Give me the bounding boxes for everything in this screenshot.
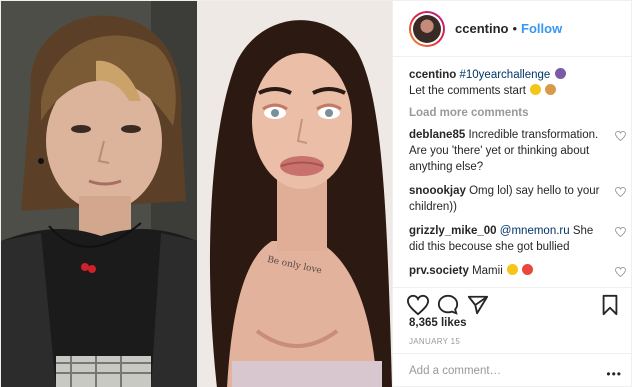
woman-emoji-icon: [554, 68, 566, 79]
comment-like-heart-icon[interactable]: [615, 227, 626, 237]
comment-like-heart-icon[interactable]: [615, 187, 626, 197]
list-item: snoookjay Omg lol) say hello to your chi…: [409, 183, 632, 215]
comment-like-heart-icon[interactable]: [615, 267, 626, 277]
header-separator: •: [512, 21, 518, 36]
load-more-comments[interactable]: Load more comments: [409, 107, 632, 119]
comment-like-heart-icon[interactable]: [615, 131, 626, 141]
photo-before: [1, 1, 197, 387]
comment-username[interactable]: prv.society: [409, 265, 469, 277]
heart-eyes-emoji-icon: [522, 264, 534, 275]
follow-button[interactable]: Follow: [521, 21, 562, 36]
bookmark-icon[interactable]: [599, 294, 621, 316]
comment-text: Mamii: [472, 265, 503, 277]
header-username[interactable]: ccentino: [455, 21, 508, 36]
list-item: prv.society Mamii: [409, 263, 632, 279]
caption-username[interactable]: ccentino: [409, 69, 456, 81]
post-sidebar: ccentino • Follow ccentino #10yearchalle…: [392, 1, 632, 387]
post-header: ccentino • Follow: [393, 1, 632, 57]
add-comment-bar: •••: [393, 353, 632, 387]
more-options-icon[interactable]: •••: [606, 367, 622, 381]
caption-hashtag[interactable]: #10yearchallenge: [460, 69, 551, 81]
instagram-post: Be only love ccentino • Follow ccentino …: [0, 0, 632, 387]
grin-emoji-icon: [530, 84, 542, 95]
smile-emoji-icon: [506, 264, 518, 275]
comments-section: ccentino #10yearchallenge Let the commen…: [393, 57, 632, 287]
comment-username[interactable]: grizzly_mike_00: [409, 225, 497, 237]
caption: ccentino #10yearchallenge Let the commen…: [409, 67, 632, 99]
share-icon[interactable]: [467, 294, 489, 316]
list-item: grizzly_mike_00 @mnemon.ru She did this …: [409, 223, 632, 255]
heart-icon[interactable]: [407, 294, 429, 316]
comment-input[interactable]: [409, 365, 579, 377]
comment-username[interactable]: deblane85: [409, 129, 465, 141]
caption-text: Let the comments start: [409, 85, 526, 97]
avatar[interactable]: [409, 10, 445, 47]
photo-after: Be only love: [197, 1, 392, 387]
comment-username[interactable]: snoookjay: [409, 185, 466, 197]
comment-mention[interactable]: @mnemon.ru: [500, 225, 570, 237]
post-image[interactable]: Be only love: [1, 1, 392, 387]
like-count[interactable]: 8,365 likes: [409, 317, 467, 329]
list-item: deblane85 Incredible transformation. Are…: [409, 127, 632, 175]
comment-icon[interactable]: [437, 294, 459, 316]
post-date[interactable]: JANUARY 15: [409, 337, 460, 346]
hands-emoji-icon: [545, 84, 557, 95]
